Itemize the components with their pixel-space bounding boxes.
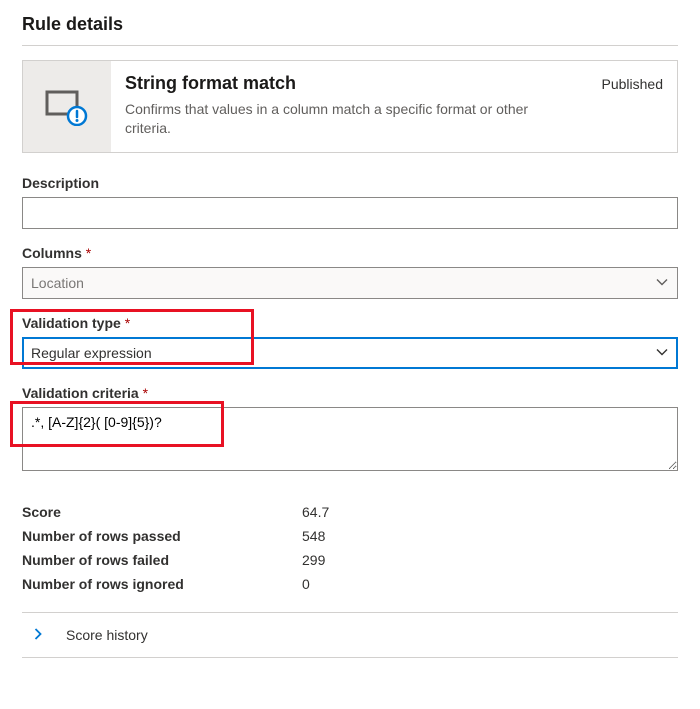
stats-row-score: Score 64.7: [22, 500, 678, 524]
rule-summary-card: String format match Published Confirms t…: [22, 60, 678, 153]
columns-select[interactable]: Location: [22, 267, 678, 299]
validation-type-label: Validation type: [22, 315, 678, 331]
stats-row-passed: Number of rows passed 548: [22, 524, 678, 548]
field-validation-type: Validation type Regular expression: [22, 315, 678, 369]
validation-criteria-input[interactable]: [22, 407, 678, 471]
score-history-expander[interactable]: Score history: [22, 613, 678, 657]
rule-type-icon: [23, 61, 111, 152]
format-alert-icon: [45, 86, 89, 126]
rule-description: Confirms that values in a column match a…: [125, 100, 545, 138]
divider: [22, 45, 678, 46]
score-history-label: Score history: [66, 627, 148, 643]
field-validation-criteria: Validation criteria: [22, 385, 678, 474]
stats-value: 0: [302, 576, 310, 592]
validation-type-select-value: Regular expression: [31, 345, 152, 361]
validation-type-select[interactable]: Regular expression: [22, 337, 678, 369]
columns-select-value: Location: [31, 275, 84, 291]
rule-status: Published: [602, 76, 664, 92]
rule-title: String format match: [125, 73, 296, 94]
stats-block: Score 64.7 Number of rows passed 548 Num…: [22, 500, 678, 596]
description-input[interactable]: [22, 197, 678, 229]
page-title: Rule details: [22, 14, 678, 45]
stats-label: Number of rows ignored: [22, 576, 302, 592]
field-columns: Columns Location: [22, 245, 678, 299]
columns-label: Columns: [22, 245, 678, 261]
stats-label: Number of rows failed: [22, 552, 302, 568]
stats-row-ignored: Number of rows ignored 0: [22, 572, 678, 596]
chevron-right-icon: [32, 627, 44, 643]
stats-row-failed: Number of rows failed 299: [22, 548, 678, 572]
field-description: Description: [22, 175, 678, 229]
description-label: Description: [22, 175, 678, 191]
stats-value: 548: [302, 528, 325, 544]
stats-label: Number of rows passed: [22, 528, 302, 544]
divider: [22, 657, 678, 658]
stats-label: Score: [22, 504, 302, 520]
validation-criteria-label: Validation criteria: [22, 385, 678, 401]
stats-value: 299: [302, 552, 325, 568]
stats-value: 64.7: [302, 504, 329, 520]
